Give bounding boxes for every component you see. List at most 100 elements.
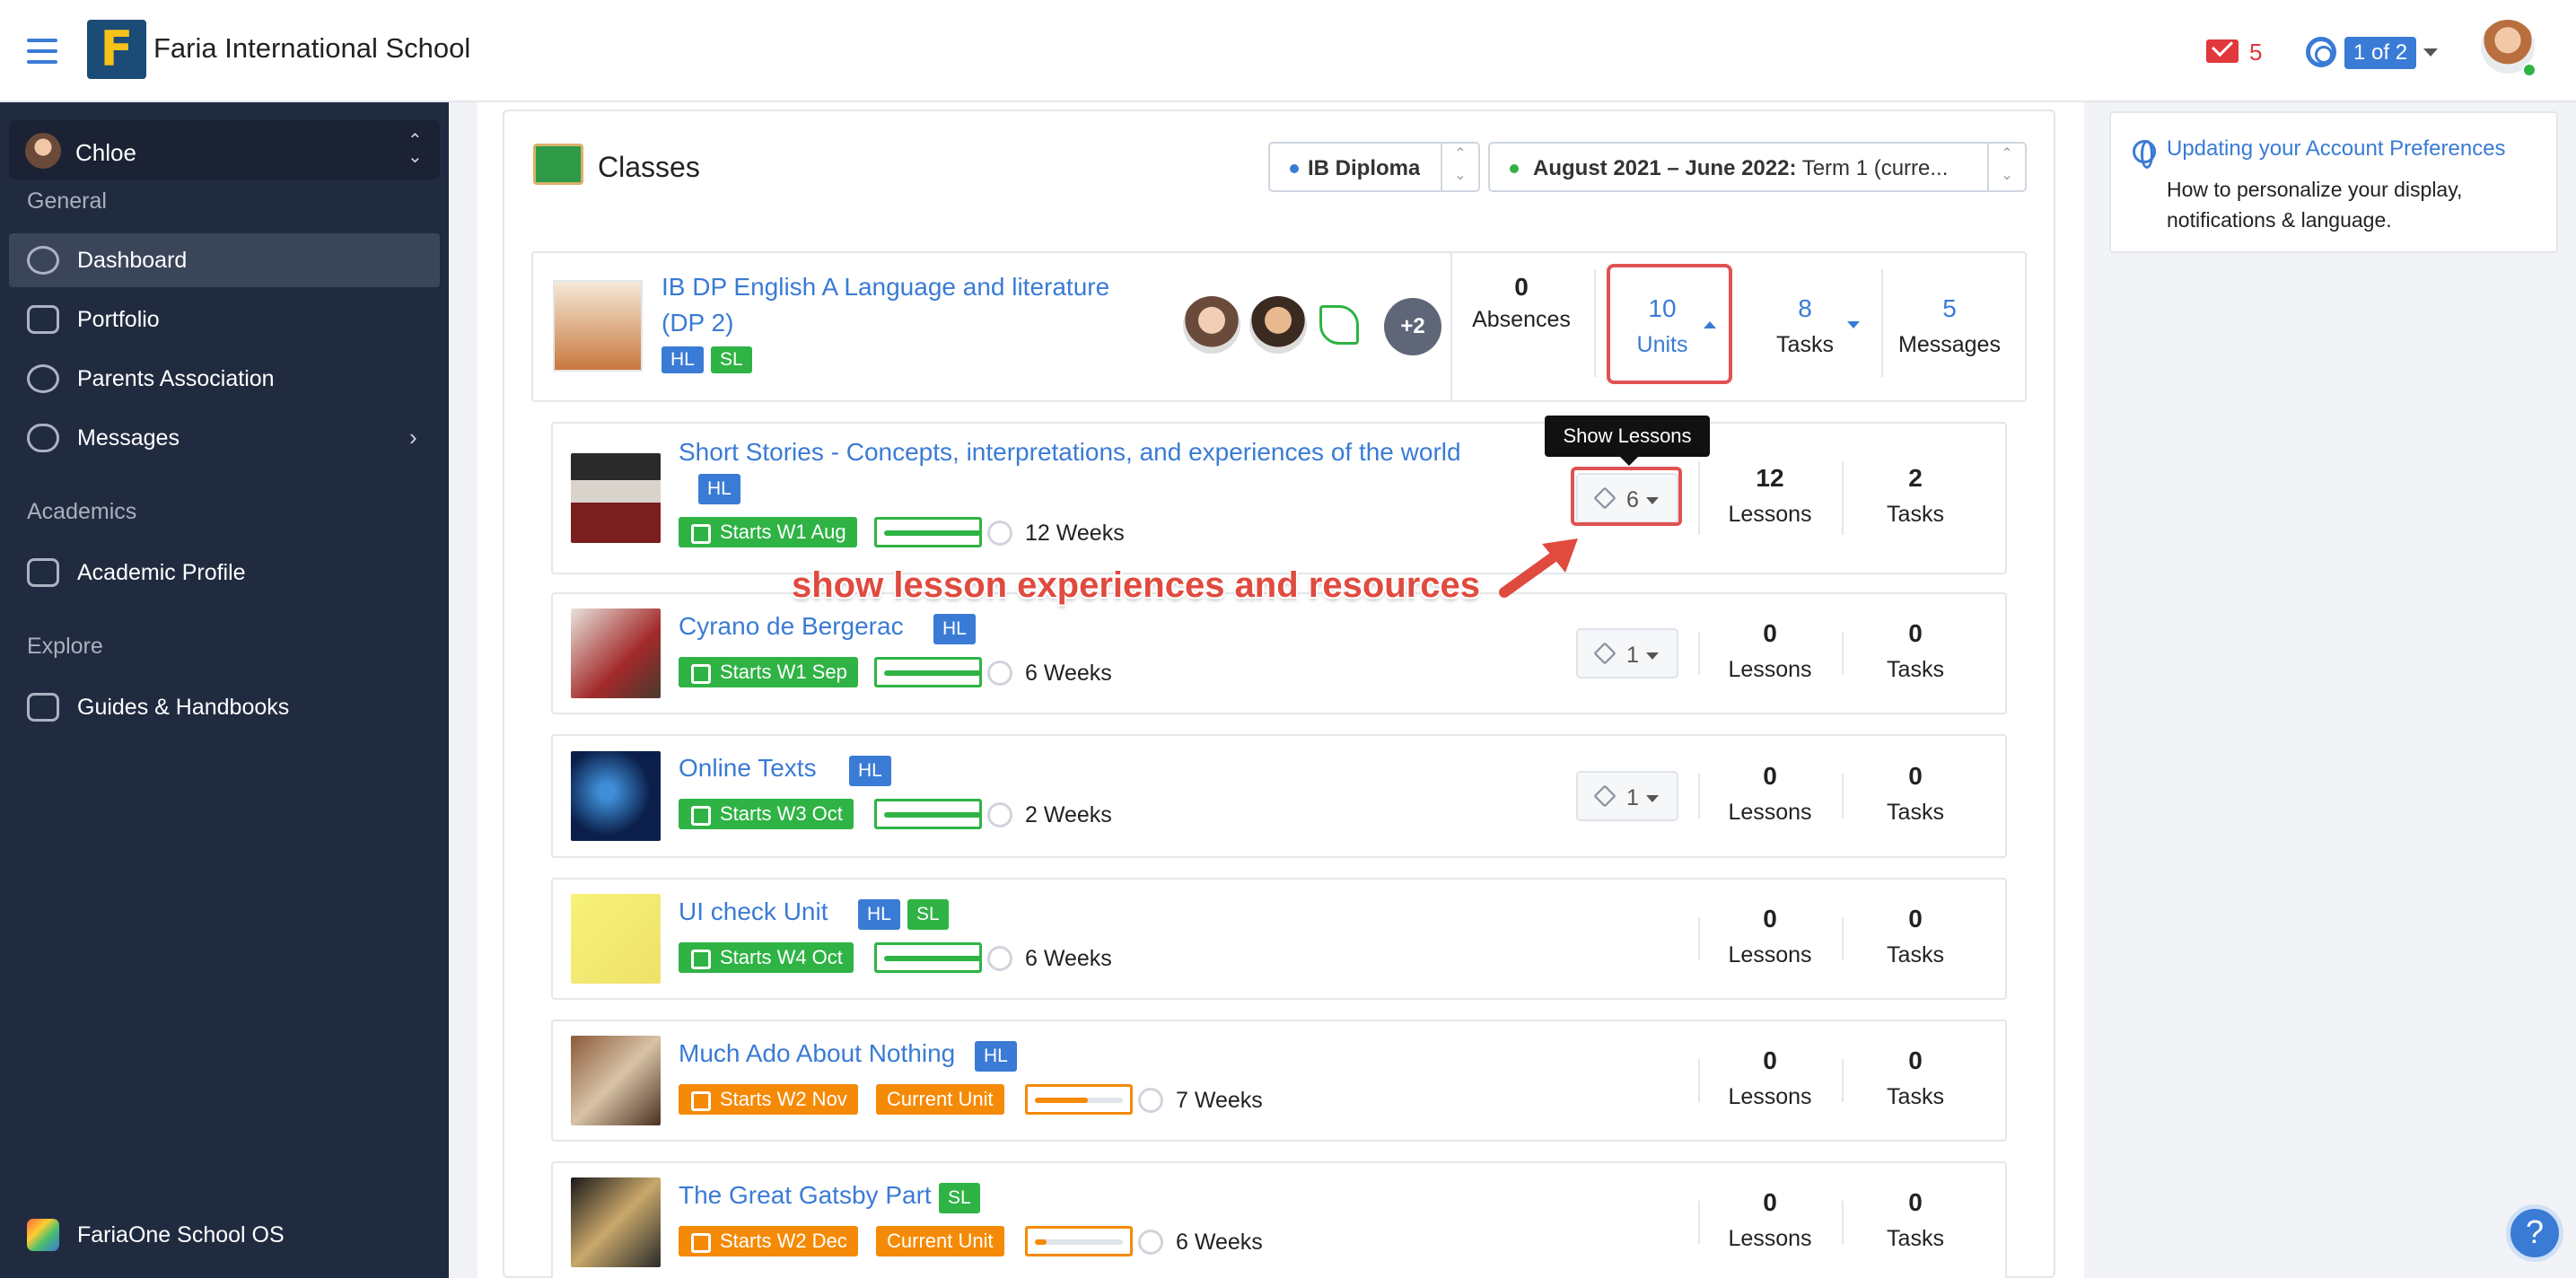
sidebar-item-dashboard[interactable]: Dashboard — [9, 233, 440, 287]
layers-icon — [1593, 642, 1617, 665]
more-teachers[interactable]: +2 — [1384, 298, 1441, 355]
divider — [1594, 269, 1596, 377]
stat-units[interactable]: 10 Units — [1616, 294, 1709, 358]
unit-title[interactable]: Cyrano de Bergerac — [679, 612, 904, 641]
stat-lessons[interactable]: 0 Lessons — [1709, 905, 1831, 968]
progress-bar — [1025, 1084, 1133, 1115]
stat-tasks[interactable]: 8 Tasks — [1756, 294, 1854, 358]
divider — [1842, 461, 1844, 535]
stat-number: 0 — [1763, 1046, 1777, 1074]
sidebar-item-guides-handbooks[interactable]: Guides & Handbooks — [9, 680, 440, 734]
layers-icon — [1593, 784, 1617, 808]
clock-icon — [1138, 1088, 1163, 1113]
start-badge: Starts W1 Aug — [679, 517, 857, 547]
chevron-down-icon[interactable] — [1847, 321, 1860, 328]
unit-thumbnail[interactable] — [571, 1036, 661, 1125]
help-link[interactable]: Updating your Account Preferences — [2167, 136, 2506, 162]
unit-title[interactable]: Much Ado About Nothing — [679, 1039, 955, 1068]
stat-lessons[interactable]: 0 Lessons — [1709, 619, 1831, 683]
stat-tasks[interactable]: 0 Tasks — [1854, 905, 1976, 968]
lessons-count: 1 — [1626, 785, 1639, 810]
unit-thumbnail[interactable] — [571, 608, 661, 698]
stat-label: Lessons — [1728, 1084, 1812, 1109]
sidebar-item-label: Messages — [77, 425, 180, 451]
stat-number: 10 — [1648, 294, 1677, 322]
unit-title[interactable]: The Great Gatsby Part 1 — [679, 1181, 952, 1210]
stat-messages[interactable]: 5 Messages — [1894, 294, 2005, 358]
stat-label: Messages — [1898, 332, 2001, 357]
stat-label: Lessons — [1728, 657, 1812, 682]
section-academics: Academics — [27, 499, 137, 524]
stat-number: 0 — [1908, 1188, 1923, 1216]
menu-icon[interactable] — [27, 39, 57, 64]
mail-icon[interactable] — [2206, 39, 2239, 63]
stat-label: Tasks — [1887, 1226, 1944, 1251]
term-value: August 2021 – June 2022: Term 1 (curre..… — [1533, 156, 1982, 181]
updown-chevron-icon: ⌃ ⌄ — [1441, 144, 1478, 190]
stat-number: 0 — [1763, 1188, 1777, 1216]
clock-icon — [987, 802, 1012, 827]
help-panel: Updating your Account Preferences How to… — [2109, 111, 2558, 253]
sidebar-item-label: Academic Profile — [77, 560, 246, 585]
unit-thumbnail[interactable] — [571, 751, 661, 841]
stat-tasks[interactable]: 0 Tasks — [1854, 762, 1976, 826]
stat-lessons[interactable]: 12 Lessons — [1709, 464, 1831, 528]
stat-number: 0 — [1908, 1046, 1923, 1074]
sidebar-item-messages[interactable]: Messages › — [9, 411, 440, 465]
stat-number: 0 — [1908, 619, 1923, 647]
top-bar: F Faria International School 5 1 of 2 — [0, 0, 2576, 102]
class-thumbnail[interactable] — [553, 280, 643, 372]
mail-count[interactable]: 5 — [2249, 39, 2262, 66]
show-lessons-button[interactable]: 1 — [1576, 771, 1678, 821]
stat-number: 0 — [1908, 905, 1923, 932]
unit-thumbnail[interactable] — [571, 894, 661, 984]
clock-icon — [987, 661, 1012, 686]
fariaone-icon[interactable] — [27, 1219, 59, 1251]
chevron-down-icon[interactable] — [2423, 48, 2438, 57]
stat-tasks[interactable]: 0 Tasks — [1854, 1188, 1976, 1252]
program-select[interactable]: IB Diploma ⌃ ⌄ — [1268, 142, 1480, 192]
clock-icon — [1138, 1230, 1163, 1255]
divider — [1698, 917, 1700, 960]
unit-title[interactable]: Online Texts — [679, 754, 817, 783]
sidebar-item-parents-association[interactable]: Parents Association — [9, 352, 440, 406]
chevron-right-icon: › — [409, 424, 417, 451]
online-status-dot — [2522, 63, 2537, 77]
school-logo[interactable]: F — [87, 20, 146, 79]
unit-title[interactable]: Short Stories - Concepts, interpretation… — [679, 438, 1461, 467]
unit-thumbnail[interactable] — [571, 1177, 661, 1267]
stat-absences[interactable]: 0 Absences — [1463, 273, 1580, 333]
term-rest: Term 1 (curre... — [1796, 156, 1949, 180]
stat-lessons[interactable]: 0 Lessons — [1709, 1046, 1831, 1110]
notification-pager[interactable]: 1 of 2 — [2344, 37, 2417, 69]
teacher-avatar[interactable] — [1183, 296, 1240, 354]
help-button[interactable]: ? — [2506, 1204, 2563, 1262]
show-lessons-button[interactable]: 1 — [1576, 628, 1678, 678]
sidebar-item-academic-profile[interactable]: Academic Profile — [9, 546, 440, 600]
lifebuoy-icon[interactable] — [2306, 37, 2336, 67]
stat-lessons[interactable]: 0 Lessons — [1709, 762, 1831, 826]
user-switcher[interactable]: Chloe ⌃ ⌄ — [9, 120, 440, 179]
teacher-avatar[interactable] — [1249, 296, 1307, 354]
stat-tasks[interactable]: 2 Tasks — [1854, 464, 1976, 528]
unit-title[interactable]: UI check Unit — [679, 897, 828, 926]
chevron-up-icon[interactable] — [1704, 321, 1716, 328]
term-select[interactable]: August 2021 – June 2022: Term 1 (curre..… — [1488, 142, 2027, 192]
stat-tasks[interactable]: 0 Tasks — [1854, 619, 1976, 683]
class-name-line1[interactable]: IB DP English A Language and literature — [662, 273, 1109, 302]
stat-lessons[interactable]: 0 Lessons — [1709, 1188, 1831, 1252]
stat-number: 0 — [1908, 762, 1923, 790]
tag-hl: HL — [849, 756, 891, 786]
unit-thumbnail[interactable] — [571, 453, 661, 543]
sidebar-item-portfolio[interactable]: Portfolio — [9, 293, 440, 346]
program-value: IB Diploma — [1308, 156, 1421, 180]
class-name-line2[interactable]: (DP 2) — [662, 309, 733, 337]
fariaone-label[interactable]: FariaOne School OS — [77, 1222, 285, 1248]
divider — [1842, 632, 1844, 675]
stat-number: 0 — [1763, 762, 1777, 790]
stat-label: Tasks — [1887, 502, 1944, 527]
guides-icon — [27, 693, 59, 722]
classes-title: Classes — [598, 151, 700, 183]
stat-number: 2 — [1908, 464, 1923, 492]
stat-tasks[interactable]: 0 Tasks — [1854, 1046, 1976, 1110]
